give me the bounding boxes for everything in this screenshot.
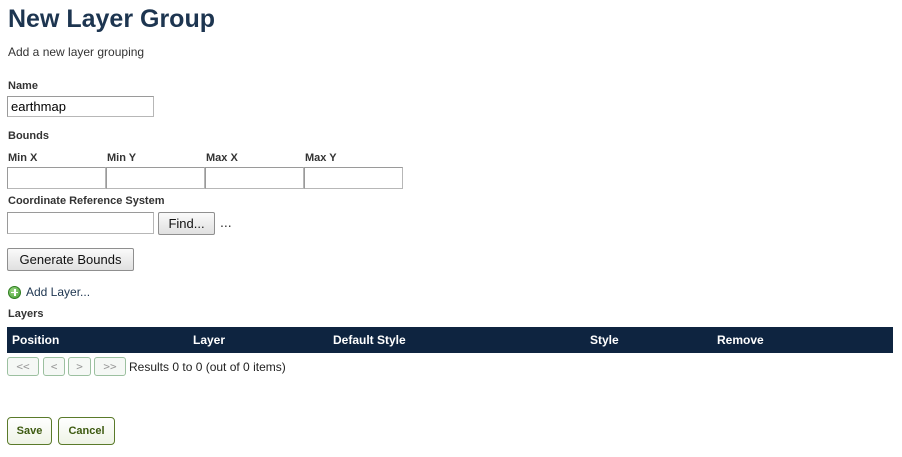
- cancel-button[interactable]: Cancel: [58, 417, 115, 445]
- page-subtitle: Add a new layer grouping: [8, 45, 145, 59]
- add-icon: [8, 285, 21, 299]
- max-x-input[interactable]: [205, 167, 304, 189]
- pager-results-info: Results 0 to 0 (out of 0 items): [129, 360, 286, 374]
- max-y-label: Max Y: [305, 152, 337, 164]
- max-x-label: Max X: [206, 152, 238, 164]
- pager-first-button[interactable]: <<: [7, 357, 39, 376]
- pager-last-button[interactable]: >>: [94, 357, 126, 376]
- bounds-label: Bounds: [8, 130, 49, 142]
- pager-prev-button[interactable]: <: [43, 357, 65, 376]
- min-y-label: Min Y: [107, 152, 137, 164]
- name-label: Name: [8, 80, 38, 92]
- max-y-input[interactable]: [304, 167, 403, 189]
- min-y-input[interactable]: [106, 167, 205, 189]
- column-header-layer[interactable]: Layer: [193, 327, 225, 353]
- add-layer-label: Add Layer...: [26, 285, 91, 299]
- add-layer-link[interactable]: Add Layer...: [8, 285, 90, 299]
- min-x-label: Min X: [8, 152, 38, 164]
- column-header-remove[interactable]: Remove: [717, 327, 764, 353]
- page-title: New Layer Group: [8, 5, 215, 33]
- name-input[interactable]: [7, 96, 154, 117]
- column-header-position[interactable]: Position: [12, 327, 59, 353]
- crs-description: ...: [220, 214, 232, 230]
- layers-table-header: Position Layer Default Style Style Remov…: [7, 327, 893, 353]
- crs-label: Coordinate Reference System: [8, 195, 165, 207]
- layers-label: Layers: [8, 308, 44, 320]
- min-x-input[interactable]: [7, 167, 106, 189]
- column-header-default-style[interactable]: Default Style: [333, 327, 406, 353]
- crs-input[interactable]: [7, 212, 154, 234]
- generate-bounds-button[interactable]: Generate Bounds: [7, 248, 134, 271]
- save-button[interactable]: Save: [7, 417, 52, 445]
- column-header-style[interactable]: Style: [590, 327, 619, 353]
- find-crs-button[interactable]: Find...: [158, 212, 215, 235]
- pager-next-button[interactable]: >: [68, 357, 91, 376]
